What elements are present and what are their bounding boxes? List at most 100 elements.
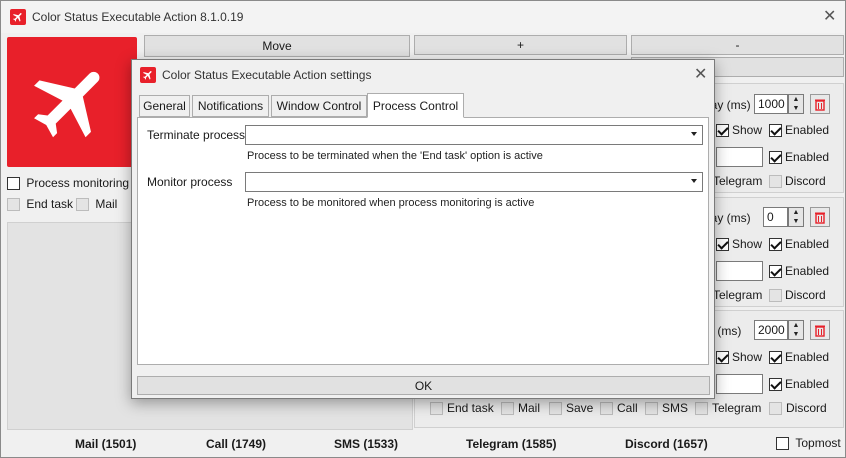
plane-logo-icon xyxy=(7,37,137,167)
show-row[interactable]: Show xyxy=(716,350,763,365)
show-checkbox[interactable] xyxy=(716,351,729,365)
mail-checkbox[interactable] xyxy=(501,402,514,416)
discord-row[interactable]: Discord xyxy=(769,288,826,303)
move-button[interactable]: Move xyxy=(144,35,410,57)
terminate-process-select[interactable] xyxy=(245,125,703,145)
ok-button[interactable]: OK xyxy=(137,376,710,395)
discord-checkbox[interactable] xyxy=(769,175,782,189)
status-telegram: Telegram (1585) xyxy=(466,437,557,451)
enabled-row-2[interactable]: Enabled xyxy=(769,150,830,165)
mail-checkbox[interactable] xyxy=(76,198,89,212)
tab-notifications[interactable]: Notifications xyxy=(192,95,269,117)
mail-label: Mail xyxy=(518,401,541,415)
spin-down-icon[interactable]: ▼ xyxy=(789,330,803,339)
show-checkbox[interactable] xyxy=(716,238,729,252)
enabled-checkbox[interactable] xyxy=(769,351,782,365)
spin-up-icon[interactable]: ▲ xyxy=(789,208,803,217)
monitor-process-select[interactable] xyxy=(245,172,703,192)
panel-textbox[interactable] xyxy=(716,261,763,281)
enabled-row-2[interactable]: Enabled xyxy=(769,264,829,279)
show-row[interactable]: Show xyxy=(716,237,762,252)
spin-down-icon[interactable]: ▼ xyxy=(789,217,803,226)
chevron-down-icon xyxy=(691,179,697,183)
delay-spinner[interactable]: ▲ ▼ xyxy=(788,94,804,114)
delay-input[interactable]: 1000 xyxy=(754,94,788,114)
enabled-label: Enabled xyxy=(785,123,830,137)
show-label: Show xyxy=(732,123,763,137)
spin-up-icon[interactable]: ▲ xyxy=(789,95,803,104)
enabled-checkbox-2[interactable] xyxy=(769,265,782,279)
monitor-process-hint: Process to be monitored when process mon… xyxy=(247,197,535,209)
enabled-row[interactable]: Enabled xyxy=(769,350,830,365)
close-icon[interactable]: ✕ xyxy=(823,9,836,25)
enabled-row[interactable]: Enabled xyxy=(769,237,830,252)
end-task-label: End task xyxy=(26,197,74,211)
show-checkbox[interactable] xyxy=(716,124,729,138)
telegram-checkbox[interactable] xyxy=(695,402,708,416)
status-mail: Mail (1501) xyxy=(75,437,137,451)
terminate-process-label: Terminate process xyxy=(147,128,246,142)
panel-textbox[interactable] xyxy=(716,374,763,394)
dialog-plane-icon xyxy=(140,67,156,83)
minus-button[interactable]: - xyxy=(631,35,844,55)
topmost-row[interactable]: Topmost xyxy=(776,436,841,451)
end-task-checkbox[interactable] xyxy=(430,402,443,416)
delay-spinner[interactable]: ▲ ▼ xyxy=(788,207,804,227)
panel-textbox[interactable] xyxy=(716,147,763,167)
enabled-row-2[interactable]: Enabled xyxy=(769,377,830,392)
end-task-row[interactable]: End task xyxy=(7,197,74,212)
delay-input[interactable]: 0 xyxy=(763,207,788,227)
title-bar: Color Status Executable Action 8.1.0.19 … xyxy=(1,1,845,33)
show-row[interactable]: Show xyxy=(716,123,763,138)
terminate-process-hint: Process to be terminated when the 'End t… xyxy=(247,150,543,162)
process-monitoring-checkbox[interactable] xyxy=(7,177,20,191)
enabled-label-2: Enabled xyxy=(785,150,830,164)
enabled-checkbox-2[interactable] xyxy=(769,378,782,392)
spin-up-icon[interactable]: ▲ xyxy=(789,321,803,330)
discord-row[interactable]: Discord xyxy=(769,174,826,189)
discord-label: Discord xyxy=(786,401,827,415)
mail-row[interactable]: Mail xyxy=(501,401,541,416)
enabled-label: Enabled xyxy=(785,350,830,364)
enabled-checkbox[interactable] xyxy=(769,124,782,138)
telegram-label: Telegram xyxy=(712,401,762,415)
delay-spinner[interactable]: ▲ ▼ xyxy=(788,320,804,340)
discord-row[interactable]: Discord xyxy=(769,401,827,416)
save-checkbox[interactable] xyxy=(549,402,562,416)
tab-window-control[interactable]: Window Control xyxy=(271,95,367,117)
discord-checkbox[interactable] xyxy=(769,289,782,303)
enabled-label: Enabled xyxy=(785,237,830,251)
trash-icon[interactable] xyxy=(810,94,830,114)
end-task-checkbox[interactable] xyxy=(7,198,20,212)
discord-checkbox[interactable] xyxy=(769,402,782,416)
call-checkbox[interactable] xyxy=(600,402,613,416)
enabled-checkbox[interactable] xyxy=(769,238,782,252)
process-monitoring-row[interactable]: Process monitoring xyxy=(7,176,129,191)
mail-label: Mail xyxy=(95,197,118,211)
delay-input[interactable]: 2000 xyxy=(754,320,788,340)
telegram-label: Telegram xyxy=(713,174,763,188)
enabled-label-2: Enabled xyxy=(785,377,830,391)
trash-icon[interactable] xyxy=(810,320,830,340)
end-task-label: End task xyxy=(447,401,494,415)
spin-down-icon[interactable]: ▼ xyxy=(789,104,803,113)
dialog-close-icon[interactable]: ✕ xyxy=(694,67,707,83)
save-row[interactable]: Save xyxy=(549,401,594,416)
settings-dialog: Color Status Executable Action settings … xyxy=(131,59,715,399)
call-row[interactable]: Call xyxy=(600,401,638,416)
trash-icon[interactable] xyxy=(810,207,830,227)
telegram-row[interactable]: Telegram xyxy=(695,401,762,416)
show-label: Show xyxy=(732,350,763,364)
end-task-row[interactable]: End task xyxy=(430,401,494,416)
mail-row[interactable]: Mail xyxy=(76,197,118,212)
enabled-row[interactable]: Enabled xyxy=(769,123,830,138)
save-label: Save xyxy=(566,401,594,415)
tab-general[interactable]: General xyxy=(139,95,190,117)
tab-process-control[interactable]: Process Control xyxy=(367,93,464,118)
app-plane-icon xyxy=(10,9,26,25)
enabled-checkbox-2[interactable] xyxy=(769,151,782,165)
plus-button[interactable]: + xyxy=(414,35,627,55)
sms-checkbox[interactable] xyxy=(645,402,658,416)
sms-row[interactable]: SMS xyxy=(645,401,688,416)
topmost-checkbox[interactable] xyxy=(776,437,789,451)
